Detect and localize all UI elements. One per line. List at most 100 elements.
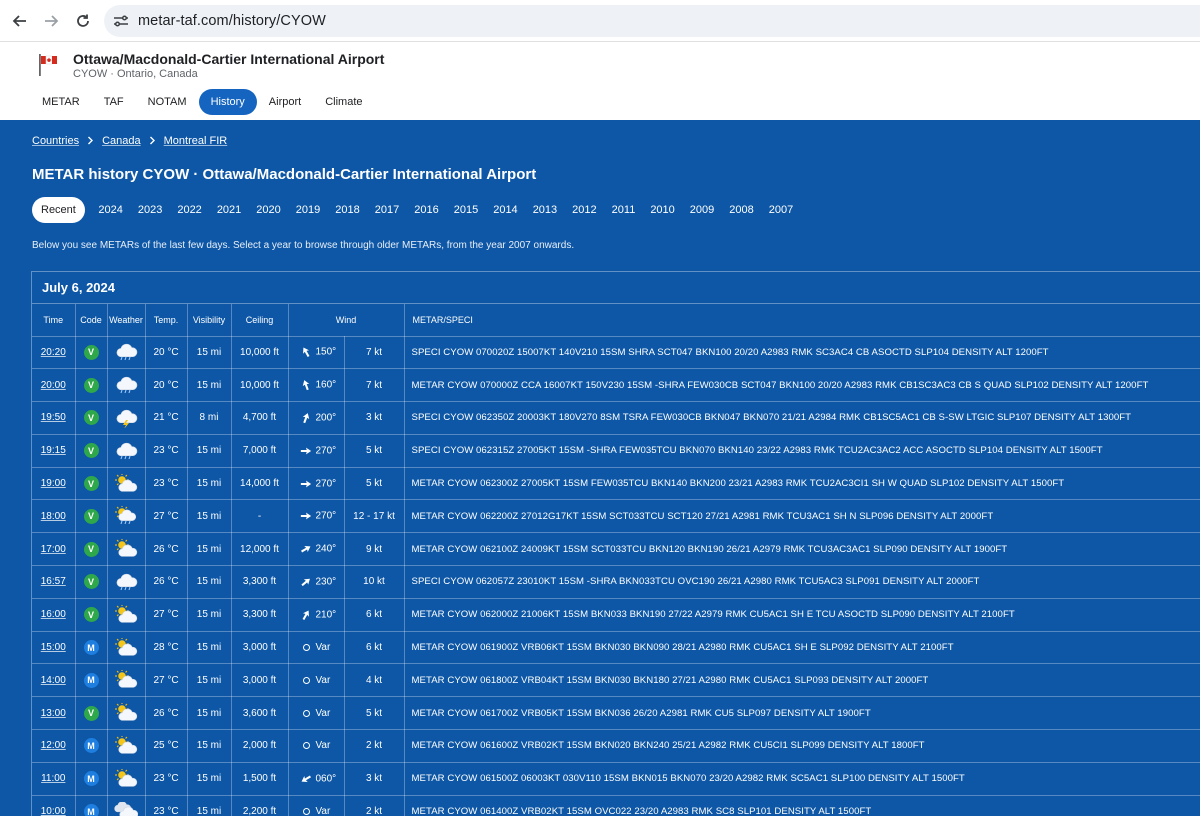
url-text: metar-taf.com/history/CYOW bbox=[138, 13, 326, 29]
main-content: Countries Canada Montreal FIR METAR histor… bbox=[0, 120, 1200, 816]
site-settings-icon[interactable] bbox=[104, 14, 138, 28]
breadcrumb-link[interactable]: Canada bbox=[102, 135, 141, 147]
wind-direction-text: Var bbox=[315, 674, 331, 686]
year-tab-2010[interactable]: 2010 bbox=[643, 197, 682, 223]
time-link[interactable]: 19:15 bbox=[41, 445, 66, 456]
forward-arrow-icon[interactable] bbox=[39, 9, 63, 33]
time-link[interactable]: 12:00 bbox=[41, 740, 66, 751]
sun-cloud-icon bbox=[114, 768, 138, 787]
time-cell[interactable]: 20:00 bbox=[32, 368, 76, 403]
rain-cloud-icon bbox=[114, 442, 138, 459]
ceiling-cell: 14,000 ft bbox=[231, 467, 289, 501]
code-cell: M bbox=[75, 631, 108, 665]
table-row: 19:00 V 23 °C 15 mi 14,000 ft 270° 5 kt METAR C… bbox=[32, 467, 1200, 501]
time-link[interactable]: 10:00 bbox=[41, 806, 66, 816]
wind-direction-text: 150° bbox=[315, 347, 337, 359]
nav-tab-airport[interactable]: Airport bbox=[257, 89, 313, 115]
metar-text-cell: METAR CYOW 061500Z 06003KT 030V110 15SM … bbox=[404, 762, 1200, 796]
page-title: METAR history CYOW · Ottawa/Macdonald-Ca… bbox=[32, 166, 537, 183]
flight-category-badge: V bbox=[83, 705, 99, 721]
year-tab-2014[interactable]: 2014 bbox=[486, 197, 525, 223]
flight-category-badge: M bbox=[83, 672, 99, 688]
wind-arrow-icon bbox=[299, 544, 316, 555]
time-link[interactable]: 16:00 bbox=[41, 609, 66, 620]
time-link[interactable]: 13:00 bbox=[41, 708, 66, 719]
time-link[interactable]: 16:57 bbox=[41, 576, 66, 587]
year-tab-2008[interactable]: 2008 bbox=[722, 197, 761, 223]
time-cell[interactable]: 19:00 bbox=[32, 467, 76, 501]
year-tab-2017[interactable]: 2017 bbox=[367, 197, 406, 223]
year-tab-2012[interactable]: 2012 bbox=[565, 197, 604, 223]
metar-text-cell: METAR CYOW 061700Z VRB05KT 15SM BKN036 2… bbox=[404, 696, 1200, 731]
time-cell[interactable]: 12:00 bbox=[32, 729, 76, 763]
address-bar[interactable]: metar-taf.com/history/CYOW bbox=[104, 5, 1200, 37]
time-cell[interactable]: 14:00 bbox=[32, 663, 76, 698]
year-tab-2016[interactable]: 2016 bbox=[407, 197, 446, 223]
time-link[interactable]: 15:00 bbox=[41, 642, 66, 653]
time-cell[interactable]: 15:00 bbox=[32, 631, 76, 665]
time-link[interactable]: 19:50 bbox=[41, 412, 66, 423]
variable-wind-icon bbox=[302, 709, 310, 717]
airport-subtitle: CYOW · Ontario, Canada bbox=[73, 68, 198, 80]
nav-tab-metar[interactable]: METAR bbox=[30, 89, 92, 115]
year-tab-2011[interactable]: 2011 bbox=[604, 197, 643, 223]
year-tab-2015[interactable]: 2015 bbox=[446, 197, 485, 223]
breadcrumb-link[interactable]: Montreal FIR bbox=[164, 135, 228, 147]
nav-tab-notam[interactable]: NOTAM bbox=[136, 89, 199, 115]
time-link[interactable]: 19:00 bbox=[41, 478, 66, 489]
time-link[interactable]: 14:00 bbox=[41, 675, 66, 686]
temp-cell: 23 °C bbox=[145, 762, 188, 796]
time-link[interactable]: 20:20 bbox=[41, 347, 66, 358]
sun-cloud-icon bbox=[114, 604, 138, 623]
nav-tab-history[interactable]: History bbox=[198, 89, 257, 115]
flight-category-badge: V bbox=[83, 574, 99, 590]
time-cell[interactable]: 18:00 bbox=[32, 499, 76, 534]
visibility-cell: 15 mi bbox=[187, 762, 232, 796]
reload-icon[interactable] bbox=[71, 9, 95, 33]
sun-cloud-icon bbox=[114, 670, 138, 688]
year-tab-2021[interactable]: 2021 bbox=[209, 197, 248, 223]
weather-cell bbox=[107, 499, 146, 534]
table-row: 20:20 V 20 °C 15 mi 10,000 ft 150° 7 kt SPECI C… bbox=[32, 336, 1200, 370]
year-tab-2007[interactable]: 2007 bbox=[761, 197, 800, 223]
year-tab-2019[interactable]: 2019 bbox=[288, 197, 327, 223]
flight-category-badge: M bbox=[83, 738, 99, 754]
table-row: 19:15 V 23 °C 15 mi 7,000 ft 270° 5 kt SPECI CY… bbox=[32, 434, 1200, 468]
year-tab-2022[interactable]: 2022 bbox=[170, 197, 209, 223]
wind-direction-text: Var bbox=[315, 642, 331, 654]
code-cell: V bbox=[75, 499, 108, 534]
time-cell[interactable]: 17:00 bbox=[32, 532, 76, 567]
time-cell[interactable]: 19:15 bbox=[32, 434, 76, 468]
temp-cell: 27 °C bbox=[145, 499, 188, 534]
time-cell[interactable]: 16:57 bbox=[32, 565, 76, 599]
time-link[interactable]: 11:00 bbox=[41, 773, 65, 784]
time-cell[interactable]: 11:00 bbox=[32, 762, 76, 796]
nav-tab-taf[interactable]: TAF bbox=[92, 89, 136, 115]
year-tab-2013[interactable]: 2013 bbox=[525, 197, 564, 223]
year-tab-recent[interactable]: Recent bbox=[32, 197, 85, 223]
year-tab-2024[interactable]: 2024 bbox=[91, 197, 130, 223]
time-link[interactable]: 17:00 bbox=[41, 544, 66, 555]
year-tab-2023[interactable]: 2023 bbox=[130, 197, 169, 223]
time-cell[interactable]: 16:00 bbox=[32, 598, 76, 632]
weather-cell bbox=[107, 762, 146, 796]
temp-cell: 27 °C bbox=[145, 598, 188, 632]
time-cell[interactable]: 13:00 bbox=[32, 696, 76, 731]
sun-cloud-icon bbox=[114, 735, 138, 754]
year-tab-2018[interactable]: 2018 bbox=[328, 197, 367, 223]
sun-rain-icon bbox=[114, 506, 138, 525]
year-tab-2009[interactable]: 2009 bbox=[682, 197, 721, 223]
breadcrumb-link[interactable]: Countries bbox=[32, 135, 79, 147]
back-arrow-icon[interactable] bbox=[8, 9, 32, 33]
wind-arrow-icon bbox=[299, 413, 316, 424]
sun-cloud-icon bbox=[114, 703, 138, 721]
time-cell[interactable]: 20:20 bbox=[32, 336, 76, 370]
time-cell[interactable]: 10:00 bbox=[32, 795, 76, 816]
time-cell[interactable]: 19:50 bbox=[32, 401, 76, 435]
time-link[interactable]: 20:00 bbox=[41, 380, 66, 391]
nav-tab-climate[interactable]: Climate bbox=[313, 89, 374, 115]
rain-cloud-icon bbox=[114, 377, 138, 394]
time-link[interactable]: 18:00 bbox=[41, 511, 66, 522]
temp-cell: 25 °C bbox=[145, 729, 188, 763]
year-tab-2020[interactable]: 2020 bbox=[249, 197, 288, 223]
